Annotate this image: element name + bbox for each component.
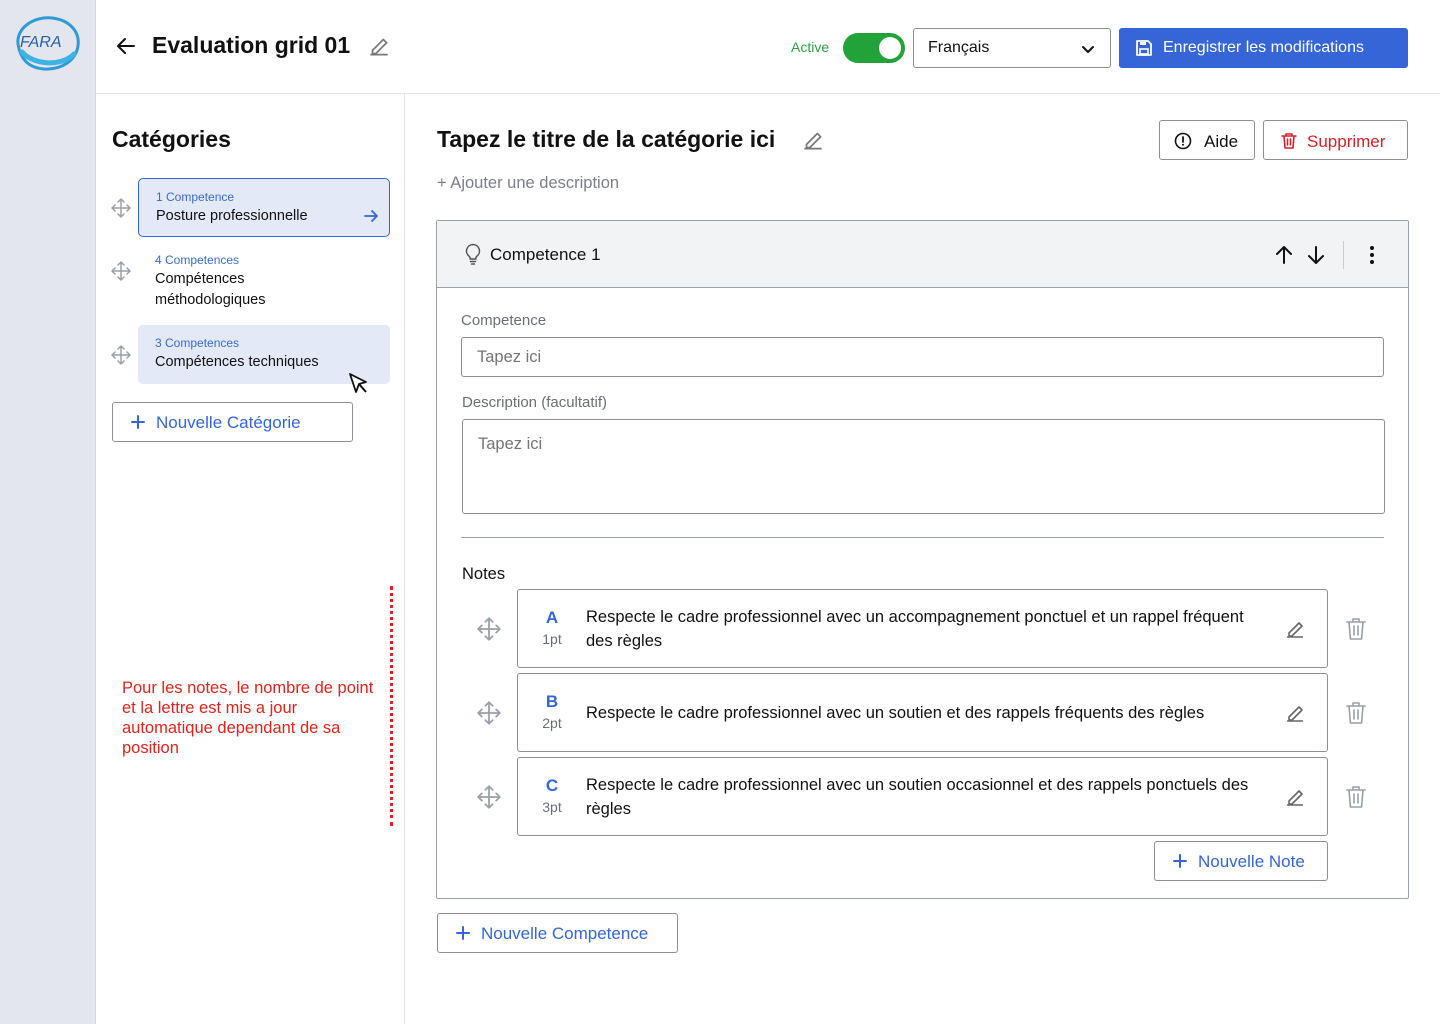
category-title[interactable]: Tapez le titre de la catégorie ici	[437, 126, 775, 153]
drag-move-icon[interactable]	[477, 617, 501, 641]
category-item-methodologiques[interactable]: 4 Competences Compétences méthodologique…	[138, 244, 390, 312]
competence-card: Competence 1 Competence Description (fac…	[436, 220, 1409, 899]
pencil-icon[interactable]	[800, 127, 826, 153]
annotation-note: Pour les notes, le nombre de point et la…	[122, 679, 374, 757]
alert-circle-icon	[1174, 132, 1192, 150]
help-button-label: Aide	[1204, 132, 1239, 151]
description-field-label: Description (facultatif)	[462, 394, 608, 411]
delete-button-label: Supprimer	[1307, 132, 1386, 151]
new-competence-label: Nouvelle Competence	[481, 924, 649, 943]
category-name: Compétences techniques	[155, 354, 319, 370]
note-row: A 1pt Respecte le cadre professionnel av…	[517, 589, 1328, 668]
svg-text:FARA: FARA	[20, 34, 61, 51]
new-note-button[interactable]: Nouvelle Note	[1154, 841, 1328, 881]
delete-button[interactable]: Supprimer	[1263, 120, 1408, 160]
category-item-posture[interactable]: 1 Competence Posture professionnelle	[138, 178, 390, 237]
description-textarea[interactable]	[462, 419, 1385, 514]
top-bar: Evaluation grid 01 Active Français Enreg…	[96, 0, 1440, 94]
categories-sidebar: Catégories 1 Competence Posture professi…	[96, 94, 405, 1024]
add-description-link[interactable]: + Ajouter une description	[437, 174, 619, 193]
arrow-down-icon[interactable]	[1305, 244, 1327, 266]
trash-icon	[1281, 133, 1297, 149]
section-divider	[461, 537, 1384, 538]
trash-icon[interactable]	[1345, 617, 1367, 641]
category-name: Compétences méthodologiques	[155, 271, 266, 308]
pencil-icon[interactable]	[1283, 701, 1307, 725]
header-divider	[1343, 241, 1344, 269]
note-points: 2pt	[542, 715, 562, 731]
note-text: Respecte le cadre professionnel avec un …	[586, 608, 1244, 650]
note-letter: A	[545, 608, 559, 627]
note-letter: C	[545, 776, 559, 795]
drag-move-icon[interactable]	[477, 785, 501, 809]
plus-icon	[456, 926, 470, 940]
annotation-divider	[390, 586, 393, 826]
save-button[interactable]: Enregistrer les modifications	[1119, 28, 1408, 68]
help-button[interactable]: Aide	[1159, 120, 1255, 160]
arrow-up-icon[interactable]	[1273, 244, 1295, 266]
lightbulb-icon	[465, 243, 481, 265]
category-count: 1 Competence	[156, 190, 235, 204]
note-row: C 3pt Respecte le cadre professionnel av…	[517, 757, 1328, 836]
drag-move-icon[interactable]	[111, 345, 131, 365]
competence-name: Competence 1	[490, 245, 601, 264]
arrow-right-icon	[364, 210, 378, 222]
pencil-icon[interactable]	[366, 33, 392, 59]
plus-icon	[131, 415, 145, 429]
competence-input[interactable]	[461, 337, 1384, 377]
main-panel: Tapez le titre de la catégorie ici + Ajo…	[405, 94, 1440, 1024]
page-title: Evaluation grid 01	[152, 32, 351, 58]
note-row: B 2pt Respecte le cadre professionnel av…	[517, 673, 1328, 752]
pointer-cursor-icon	[349, 373, 367, 393]
language-value: Français	[928, 39, 990, 56]
active-label: Active	[791, 39, 830, 55]
drag-move-icon[interactable]	[111, 198, 131, 218]
note-text: Respecte le cadre professionnel avec un …	[586, 776, 1249, 818]
drag-move-icon[interactable]	[477, 701, 501, 725]
note-text: Respecte le cadre professionnel avec un …	[586, 704, 1205, 722]
note-letter: B	[545, 692, 559, 711]
chevron-down-icon	[1082, 46, 1094, 53]
app-rail: FARA	[0, 0, 96, 1024]
category-count: 3 Competences	[155, 336, 240, 350]
sidebar-title: Catégories	[112, 126, 231, 152]
save-button-label: Enregistrer les modifications	[1163, 39, 1364, 56]
drag-move-icon[interactable]	[111, 261, 131, 281]
arrow-left-icon[interactable]	[114, 34, 138, 58]
toggle-knob	[879, 37, 901, 59]
save-icon	[1136, 40, 1152, 56]
plus-icon	[1173, 854, 1187, 868]
more-vertical-icon[interactable]	[1361, 244, 1383, 266]
fara-logo[interactable]: FARA	[12, 14, 82, 72]
competence-header: Competence 1	[437, 221, 1408, 288]
pencil-icon[interactable]	[1283, 785, 1307, 809]
note-points: 1pt	[542, 631, 562, 647]
active-toggle[interactable]	[843, 33, 905, 63]
new-note-label: Nouvelle Note	[1198, 852, 1305, 871]
trash-icon[interactable]	[1345, 785, 1367, 809]
pencil-icon[interactable]	[1283, 617, 1307, 641]
new-category-button[interactable]: Nouvelle Catégorie	[112, 402, 353, 442]
notes-label: Notes	[462, 565, 506, 583]
language-select[interactable]: Français	[913, 28, 1111, 68]
note-points: 3pt	[542, 799, 562, 815]
category-count: 4 Competences	[155, 253, 240, 267]
competence-field-label: Competence	[461, 312, 547, 329]
trash-icon[interactable]	[1345, 701, 1367, 725]
category-name: Posture professionnelle	[156, 208, 308, 224]
new-category-label: Nouvelle Catégorie	[156, 413, 301, 432]
new-competence-button[interactable]: Nouvelle Competence	[437, 913, 678, 953]
